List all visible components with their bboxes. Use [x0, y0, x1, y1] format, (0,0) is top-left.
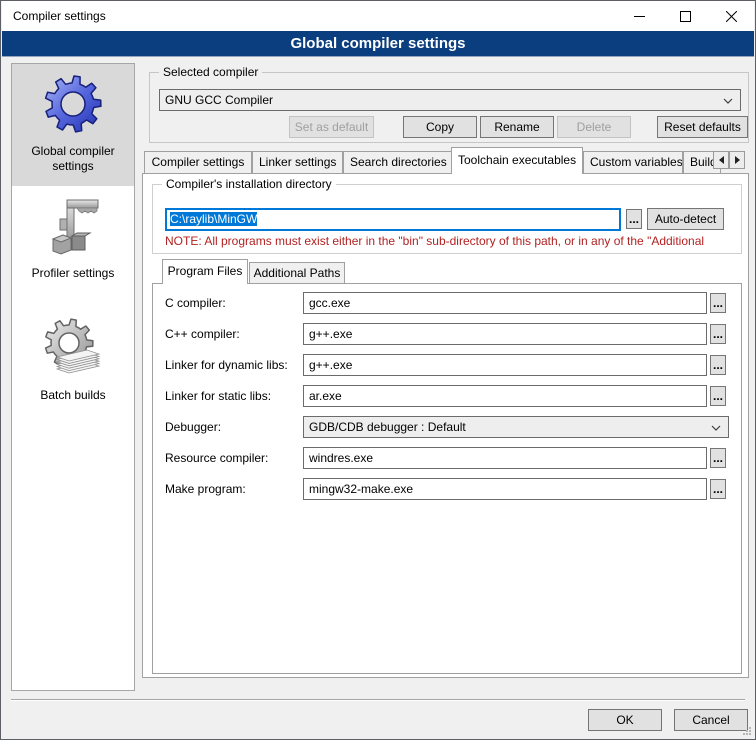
resource-compiler-input[interactable]: windres.exe [303, 447, 707, 469]
toolchain-executables-page: Compiler's installation directory C:\ray… [142, 173, 749, 678]
tab-scroll-left-button[interactable] [713, 151, 729, 169]
cpp-compiler-input[interactable]: g++.exe [303, 323, 707, 345]
sidebar-item-label: Profiler settings [12, 266, 134, 281]
field-label: Debugger: [165, 416, 221, 438]
tab-search-directories[interactable]: Search directories [343, 151, 453, 173]
titlebar: Compiler settings [2, 1, 754, 31]
installation-dir-input[interactable]: C:\raylib\MinGW [165, 208, 621, 231]
debugger-select[interactable]: GDB/CDB debugger : Default [303, 416, 729, 438]
program-files-page: C compiler: gcc.exe ... C++ compiler: g+… [152, 283, 742, 674]
resize-grip[interactable] [743, 727, 752, 736]
subtab-additional-paths[interactable]: Additional Paths [249, 262, 345, 283]
installation-dir-group-label: Compiler's installation directory [162, 177, 336, 192]
selected-compiler-group: Selected compiler GNU GCC Compiler Set a… [149, 72, 749, 143]
chevron-down-icon [723, 98, 733, 104]
reset-defaults-button[interactable]: Reset defaults [657, 116, 748, 138]
field-label: C++ compiler: [165, 323, 240, 345]
sidebar-item-profiler-settings[interactable]: Profiler settings [12, 186, 134, 308]
note-text: NOTE: All programs must exist either in … [165, 234, 735, 248]
sidebar-item-batch-builds[interactable]: Batch builds [12, 308, 134, 430]
ok-button[interactable]: OK [588, 709, 662, 731]
sidebar-item-global-compiler-settings[interactable]: Global compiler settings [12, 64, 134, 186]
tab-linker-settings[interactable]: Linker settings [252, 151, 343, 173]
selected-compiler-group-label: Selected compiler [159, 65, 262, 80]
selected-text: C:\raylib\MinGW [170, 212, 257, 226]
left-arrow-icon [719, 156, 724, 164]
installation-dir-group: Compiler's installation directory C:\ray… [152, 184, 742, 254]
make-program-browse-button[interactable]: ... [710, 479, 726, 499]
close-icon [726, 11, 737, 22]
minimize-icon [634, 11, 645, 22]
tab-toolchain-executables[interactable]: Toolchain executables [451, 147, 583, 174]
set-as-default-button[interactable]: Set as default [289, 116, 374, 138]
window-title: Compiler settings [13, 1, 106, 31]
compiler-select[interactable]: GNU GCC Compiler [159, 89, 741, 111]
installation-dir-browse-button[interactable]: ... [626, 209, 642, 229]
subtab-program-files[interactable]: Program Files [162, 259, 248, 284]
tab-custom-variables[interactable]: Custom variables [583, 151, 683, 173]
c-compiler-browse-button[interactable]: ... [710, 293, 726, 313]
chevron-down-icon [711, 425, 721, 431]
blue-gear-icon [41, 73, 105, 137]
sidebar-item-label: Global compiler settings [12, 144, 134, 174]
gray-gear-stack-icon [41, 317, 105, 381]
field-label: Make program: [165, 478, 246, 500]
static-linker-input[interactable]: ar.exe [303, 385, 707, 407]
sidebar: Global compiler settings Profiler settin… [11, 63, 135, 691]
field-label: C compiler: [165, 292, 226, 314]
make-program-input[interactable]: mingw32-make.exe [303, 478, 707, 500]
maximize-icon [680, 11, 691, 22]
dynamic-linker-input[interactable]: g++.exe [303, 354, 707, 376]
dynamic-linker-browse-button[interactable]: ... [710, 355, 726, 375]
field-label: Linker for static libs: [165, 385, 271, 407]
tab-scroll-right-button[interactable] [729, 151, 745, 169]
close-button[interactable] [708, 1, 754, 31]
c-compiler-input[interactable]: gcc.exe [303, 292, 707, 314]
cpp-compiler-browse-button[interactable]: ... [710, 324, 726, 344]
right-arrow-icon [735, 156, 740, 164]
cancel-button[interactable]: Cancel [674, 709, 748, 731]
field-label: Resource compiler: [165, 447, 268, 469]
rename-button[interactable]: Rename [480, 116, 554, 138]
caliper-icon [41, 195, 105, 259]
minimize-button[interactable] [616, 1, 662, 31]
autodetect-button[interactable]: Auto-detect [647, 208, 724, 230]
compiler-settings-window: Compiler settings Global compiler settin… [0, 0, 756, 740]
maximize-button[interactable] [662, 1, 708, 31]
resource-compiler-browse-button[interactable]: ... [710, 448, 726, 468]
tab-compiler-settings[interactable]: Compiler settings [144, 151, 252, 173]
dialog-header: Global compiler settings [2, 31, 754, 57]
copy-button[interactable]: Copy [403, 116, 477, 138]
footer-divider [11, 699, 745, 701]
field-label: Linker for dynamic libs: [165, 354, 288, 376]
static-linker-browse-button[interactable]: ... [710, 386, 726, 406]
sidebar-item-label: Batch builds [12, 388, 134, 403]
delete-button[interactable]: Delete [557, 116, 631, 138]
